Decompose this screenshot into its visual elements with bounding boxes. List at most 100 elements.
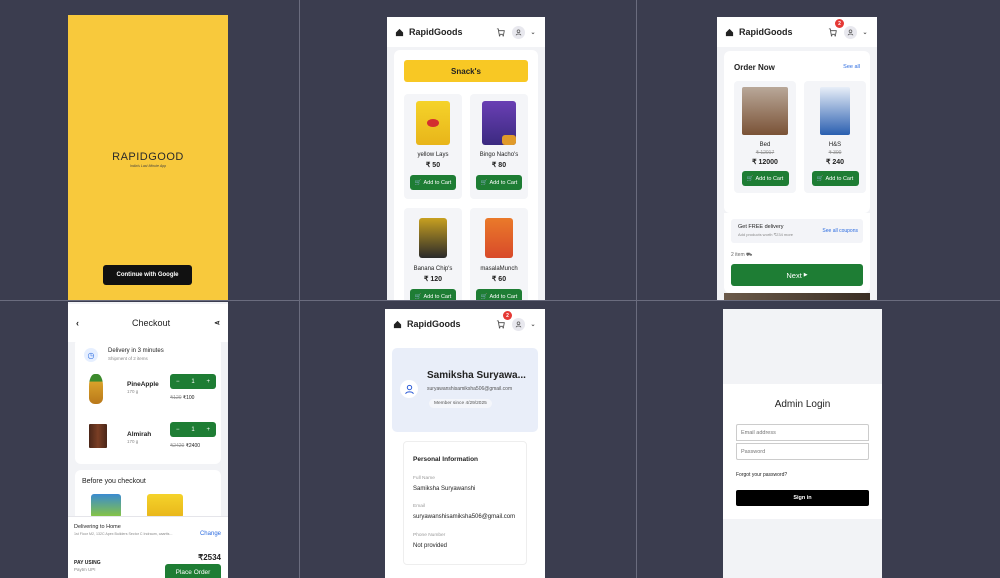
google-signin-label: Continue with Google: [116, 272, 179, 278]
profile-avatar[interactable]: [843, 25, 857, 39]
category-banner[interactable]: Snack's: [404, 60, 528, 82]
cart-icon: 🛒: [414, 293, 422, 300]
product-mrp: ₹ 12017: [755, 150, 775, 156]
profile-email: suryawanshisamiksha506@gmail.com: [427, 386, 513, 392]
product-image: [742, 87, 788, 135]
personal-info-card: Personal Information Full Name Samiksha …: [403, 441, 527, 565]
app-header: RapidGoods ⌄: [387, 17, 545, 47]
password-input[interactable]: [736, 443, 869, 460]
profile-avatar[interactable]: [511, 25, 525, 39]
share-icon[interactable]: ⋖: [214, 319, 220, 327]
quantity-stepper[interactable]: − 1 +: [170, 422, 216, 437]
place-order-label: Place Order: [175, 569, 211, 576]
see-all-coupons-link[interactable]: See all coupons: [822, 228, 858, 234]
email-input[interactable]: [736, 424, 869, 441]
delivery-address: 1st Floor M2, 132C Apex Builders Sector …: [74, 532, 173, 536]
see-all-link[interactable]: See all: [843, 64, 860, 70]
play-icon: ▶: [803, 272, 808, 278]
splash-logo: RAPIDGOOD India's Last Minute App: [68, 151, 228, 168]
product-image: [416, 101, 450, 145]
add-to-cart-button[interactable]: 🛒 Add to Cart: [476, 289, 522, 300]
add-to-cart-button[interactable]: 🛒 Add to Cart: [476, 175, 522, 190]
product-name: masalaMunch: [480, 266, 518, 272]
increment-button[interactable]: +: [207, 427, 211, 433]
member-since-badge: Member since 4/29/2025: [429, 399, 492, 408]
truck-icon: ⛟: [746, 252, 753, 258]
full-name-label: Full Name: [413, 476, 435, 481]
grid-divider: [636, 0, 637, 578]
product-price: ₹ 60: [491, 276, 507, 283]
cart-icon[interactable]: 2: [493, 311, 512, 331]
shipment-info: Shipment of 2 items: [108, 356, 148, 361]
cart-icon: 🛒: [414, 179, 422, 186]
items-count: 2 item ⛟: [731, 252, 752, 259]
item-image: [89, 374, 103, 404]
chevron-down-icon[interactable]: ⌄: [861, 25, 869, 39]
snack-section: Snack's yellow Lays ₹ 50 🛒 Add to Cart Bi…: [394, 50, 538, 300]
google-signin-button[interactable]: Continue with Google: [103, 265, 192, 285]
brand-title[interactable]: RapidGoods: [407, 319, 489, 329]
add-to-cart-label: Add to Cart: [423, 179, 452, 186]
product-image: [820, 87, 850, 135]
place-order-button[interactable]: Place Order: [165, 564, 221, 578]
item-name: PineApple: [127, 381, 159, 388]
decrement-button[interactable]: −: [176, 379, 180, 385]
increment-button[interactable]: +: [207, 379, 211, 385]
profile-screen: RapidGoods 2 ⌄ Samiksha Suryawa... surya…: [385, 309, 545, 578]
coupon-title: Get FREE delivery: [738, 224, 784, 230]
coupon-box: Get FREE delivery Add products worth ₹23…: [731, 219, 863, 243]
splash-screen: RAPIDGOOD India's Last Minute App Contin…: [68, 15, 228, 300]
product-price: ₹ 50: [425, 162, 441, 169]
product-name: yellow Lays: [417, 152, 449, 158]
suggestion-image[interactable]: [91, 494, 121, 518]
checkout-screen: ‹ Checkout ⋖ ◷ Delivery in 3 minutes Shi…: [68, 302, 228, 578]
section-title: Personal Information: [413, 456, 479, 463]
product-name: Bed: [759, 142, 771, 148]
app-header: RapidGoods 2 ⌄: [717, 17, 877, 47]
next-button[interactable]: Next ▶: [731, 264, 863, 286]
checkout-title: Checkout: [132, 318, 171, 328]
add-to-cart-label: Add to Cart: [489, 179, 518, 186]
snacks-screen: RapidGoods ⌄ Snack's yellow Lays ₹ 50 🛒 A…: [387, 17, 545, 300]
brand-title[interactable]: RapidGoods: [409, 27, 489, 37]
cart-icon: 🛒: [816, 175, 824, 182]
forgot-password-link[interactable]: Forgot your password?: [736, 472, 787, 478]
phone-value: Not provided: [413, 543, 448, 549]
add-to-cart-label: Add to Cart: [489, 293, 518, 300]
brand-name: RAPIDGOOD: [112, 151, 184, 163]
item-name: Almirah: [127, 431, 152, 438]
email-value: suryawanshisamiksha506@gmail.com: [413, 514, 516, 520]
brand-title[interactable]: RapidGoods: [739, 27, 821, 37]
add-to-cart-button[interactable]: 🛒 Add to Cart: [410, 289, 456, 300]
product-mrp: ₹ 300: [828, 150, 842, 156]
chevron-down-icon[interactable]: ⌄: [529, 317, 537, 331]
cart-item: PineApple 170 g − 1 + ₹120 ₹100: [85, 374, 216, 410]
sign-in-button[interactable]: Sign in: [736, 490, 869, 506]
add-to-cart-button[interactable]: 🛒 Add to Cart: [811, 171, 859, 186]
home-icon: [395, 28, 404, 36]
change-address-link[interactable]: Change: [200, 531, 221, 537]
quantity-stepper[interactable]: − 1 +: [170, 374, 216, 389]
app-header: RapidGoods 2 ⌄: [385, 309, 545, 339]
login-title: Admin Login: [774, 399, 831, 410]
profile-banner: Samiksha Suryawa... suryawanshisamiksha5…: [392, 348, 538, 432]
cart-icon[interactable]: 2: [825, 19, 844, 39]
item-weight: 170 g: [127, 389, 139, 394]
checkout-header: ‹ Checkout ⋖: [68, 304, 228, 342]
suggestion-image[interactable]: [147, 494, 183, 518]
category-title: Snack's: [451, 66, 481, 76]
sign-in-label: Sign in: [793, 495, 812, 501]
payment-method[interactable]: Paytm UPI: [74, 567, 96, 572]
home-icon: [725, 28, 734, 36]
profile-avatar[interactable]: [511, 317, 525, 331]
decrement-button[interactable]: −: [176, 427, 180, 433]
user-icon: [847, 28, 853, 35]
add-to-cart-button[interactable]: 🛒 Add to Cart: [741, 171, 789, 186]
chevron-down-icon[interactable]: ⌄: [529, 25, 537, 39]
add-to-cart-button[interactable]: 🛒 Add to Cart: [410, 175, 456, 190]
user-icon: [515, 320, 521, 327]
back-arrow-icon[interactable]: ‹: [76, 318, 88, 328]
order-now-section: Order Now See all Bed ₹ 12017 ₹ 12000 🛒 A…: [724, 51, 870, 213]
coupon-subtitle: Add products worth ₹234 more: [738, 232, 794, 237]
cart-icon[interactable]: [493, 25, 507, 39]
